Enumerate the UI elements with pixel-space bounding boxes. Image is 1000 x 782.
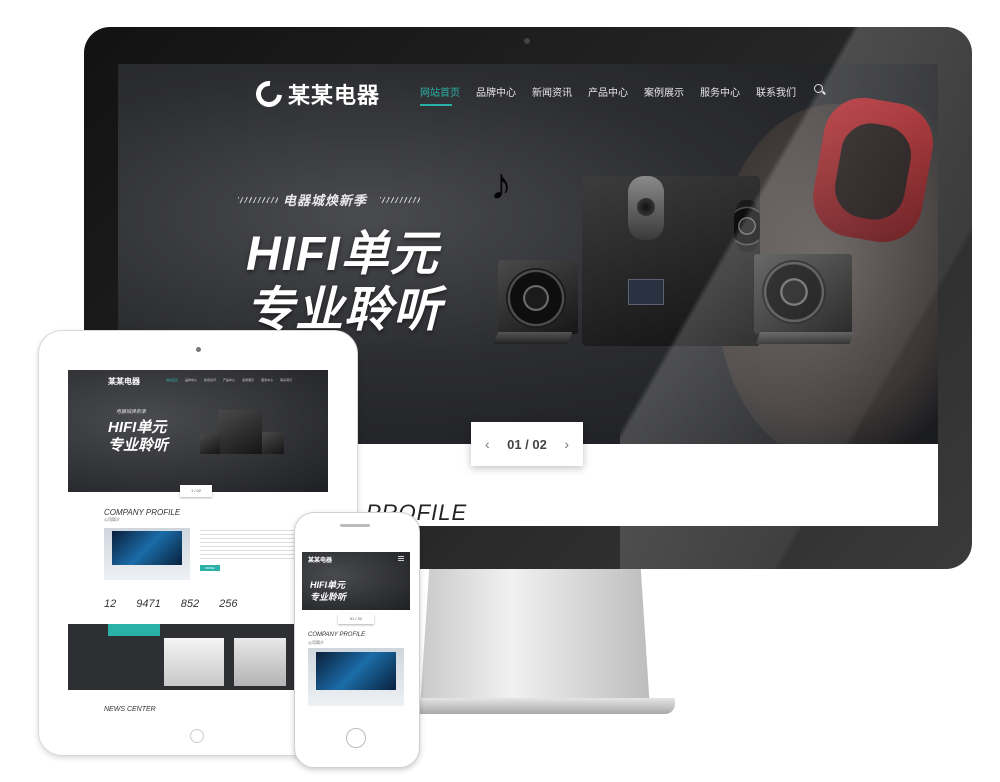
right-speaker-stand [755,332,855,344]
tablet-nav-item[interactable]: 网站首页 [166,378,178,382]
tablet-slider-pager[interactable]: 1 / 02 [180,485,212,497]
tablet-case-image[interactable] [234,638,286,686]
stat-value: 256 [219,598,238,610]
tablet-headline-line2: 专业聆听 [108,437,169,454]
stat-value: 9471 [136,598,161,610]
tablet-profile-heading: COMPANY PROFILE [104,508,181,517]
site-logo[interactable]: 某某电器 [250,75,381,113]
tablet-nav: 网站首页 品牌中心 新闻资讯 产品中心 案例展示 服务中心 联系我们 [166,378,292,382]
chevron-right-icon[interactable]: › [564,436,569,452]
tablet-nav-item[interactable]: 案例展示 [242,378,254,382]
phone-screen: 某某电器 HIFI单元 专业聆听 01 / 02 COMPANY PROFILE… [302,552,410,718]
phone-profile-subtitle: 公司简介 [308,640,324,645]
slider-page-indicator: 01 / 02 [507,436,547,452]
stat-value: 852 [180,598,200,610]
subwoofer-knob [628,176,664,240]
nav-item-news[interactable]: 新闻资讯 [532,84,588,99]
left-speaker-stand [493,332,573,344]
phone-profile-heading: COMPANY PROFILE [308,632,366,638]
phone-tv-screen [316,652,396,690]
tablet-more-button[interactable]: MORE [200,565,220,571]
tablet-home-button [190,729,204,743]
tablet-tv-screen [112,531,182,565]
imac-camera [524,38,530,44]
tablet-nav-item[interactable]: 品牌中心 [185,378,197,382]
search-icon[interactable] [814,84,823,93]
tablet-nav-item[interactable]: 服务中心 [261,378,273,382]
phone-speaker [340,524,370,527]
slider-pager: ‹ 01 / 02 › [471,422,583,466]
tablet-case-tab[interactable] [108,624,160,636]
tablet-news-heading: NEWS CENTER [104,706,156,713]
nav-item-brand[interactable]: 品牌中心 [476,84,532,99]
tagline-decoration-left [238,197,278,203]
phone-logo[interactable]: 某某电器 [308,555,332,564]
stat-value: 12 [104,598,117,610]
nav-item-cases[interactable]: 案例展示 [644,84,700,99]
tablet-case-image[interactable] [164,638,224,686]
tablet-speaker-image [262,432,284,454]
subwoofer-image [582,176,760,346]
subwoofer-panel [628,279,664,305]
tablet-speaker-image [218,410,262,454]
chevron-left-icon[interactable]: ‹ [485,436,490,452]
imac-stand-base [395,698,675,714]
tablet-nav-item[interactable]: 产品中心 [223,378,235,382]
nav-item-service[interactable]: 服务中心 [700,84,756,99]
tablet-stats: 12 9471 852 256 [104,598,237,610]
phone-headline-line2: 专业聆听 [310,592,347,602]
nav-item-home[interactable]: 网站首页 [420,84,476,106]
tablet-nav-item[interactable]: 联系我们 [280,378,292,382]
tablet-tagline: 电器城焕新季 [116,409,147,415]
right-speaker-cone [762,260,826,324]
logo-text: 某某电器 [288,83,381,108]
tablet-logo[interactable]: 某某电器 [108,376,140,387]
phone-home-button [346,728,366,748]
nav-menu: 网站首页 品牌中心 新闻资讯 产品中心 案例展示 服务中心 联系我们 [420,84,812,106]
music-note-icon: ♪ [490,160,512,209]
tablet-hero [68,370,328,492]
hero-tagline: 电器城焕新季 [283,193,368,208]
phone-slider-pager[interactable]: 01 / 02 [338,614,374,624]
tagline-decoration-right [380,197,420,203]
left-speaker-cone [506,268,566,328]
tablet-camera [196,347,201,352]
tablet-profile-subtitle: 公司简介 [104,517,120,522]
nav-item-contact[interactable]: 联系我们 [756,84,812,99]
main-nav: 某某电器 网站首页 品牌中心 新闻资讯 产品中心 案例展示 服务中心 联系我们 [118,64,938,122]
imac-stand [420,569,650,709]
nav-item-products[interactable]: 产品中心 [588,84,644,99]
logo-icon [250,75,288,113]
tablet-speaker-image [200,434,220,454]
tablet-screen: 某某电器 网站首页 品牌中心 新闻资讯 产品中心 案例展示 服务中心 联系我们 … [68,370,328,716]
tablet-nav-item[interactable]: 新闻资讯 [204,378,216,382]
hamburger-menu-icon[interactable] [398,556,404,561]
subwoofer-side-cone [734,200,760,252]
